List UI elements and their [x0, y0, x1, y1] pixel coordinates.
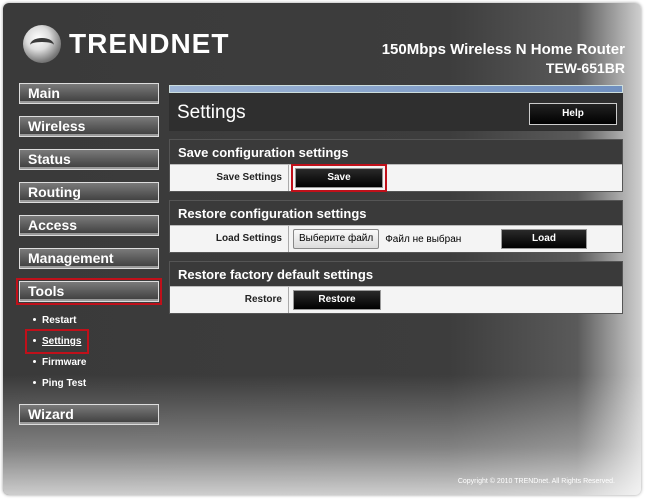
nav-main[interactable]: Main — [19, 83, 159, 104]
nav-tools[interactable]: Tools — [16, 278, 162, 305]
trendnet-logo: TRENDNET — [23, 25, 229, 63]
nav-routing[interactable]: Routing — [19, 182, 159, 203]
factory-default-section: Restore factory default settings Restore… — [169, 261, 623, 314]
section-title: Restore factory default settings — [178, 267, 374, 282]
page-title: Settings — [177, 102, 246, 123]
nav-wizard[interactable]: Wizard — [19, 404, 159, 425]
nav-wireless[interactable]: Wireless — [19, 116, 159, 137]
logo-text: TRENDNET — [69, 28, 230, 59]
row-field: Save — [289, 164, 622, 192]
bullet-icon — [33, 360, 36, 363]
save-button[interactable]: Save — [295, 168, 383, 188]
save-highlight: Save — [291, 164, 387, 192]
nav-management[interactable]: Management — [19, 248, 159, 269]
section-title: Restore configuration settings — [178, 206, 367, 221]
sidebar-nav: Main Wireless Status Routing Access Mana… — [16, 83, 162, 437]
section-title: Save configuration settings — [178, 145, 349, 160]
row-label: Restore — [170, 287, 289, 313]
restore-row: Restore Restore — [170, 286, 622, 313]
model-info: 150Mbps Wireless N Home Router TEW-651BR — [382, 41, 625, 76]
choose-file-button[interactable]: Выберите файл — [293, 229, 380, 249]
router-admin-window: TRENDNET 150Mbps Wireless N Home Router … — [3, 3, 641, 495]
subnav-ping-test[interactable]: Ping Test — [33, 373, 159, 394]
load-button[interactable]: Load — [501, 229, 587, 249]
nav-access[interactable]: Access — [19, 215, 159, 236]
accent-bar — [169, 85, 623, 93]
tools-submenu: Restart Settings Firmware Ping Test — [24, 310, 159, 394]
restore-config-section: Restore configuration settings Load Sett… — [169, 200, 623, 253]
model-number: TEW-651BR — [545, 60, 625, 76]
title-row: Settings Help — [169, 93, 623, 131]
row-field: Выберите файл Файл не выбран Load — [289, 226, 622, 252]
bullet-icon — [33, 381, 36, 384]
save-settings-row: Save Settings Save — [170, 164, 622, 192]
copyright: Copyright © 2010 TRENDnet. All Rights Re… — [457, 478, 615, 485]
load-settings-row: Load Settings Выберите файл Файл не выбр… — [170, 225, 622, 252]
row-label: Save Settings — [170, 165, 289, 191]
row-field: Restore — [289, 287, 622, 313]
save-config-section: Save configuration settings Save Setting… — [169, 139, 623, 192]
trendnet-globe-icon — [23, 25, 61, 63]
settings-panel: Settings Help Save configuration setting… — [169, 85, 623, 314]
nav-status[interactable]: Status — [19, 149, 159, 170]
bullet-icon — [33, 339, 36, 342]
file-status: Файл не выбран — [385, 233, 462, 245]
subnav-restart[interactable]: Restart — [33, 310, 159, 331]
restore-button[interactable]: Restore — [293, 290, 381, 310]
row-label: Load Settings — [170, 226, 289, 252]
subnav-firmware[interactable]: Firmware — [33, 352, 159, 373]
help-button[interactable]: Help — [529, 103, 617, 125]
bullet-icon — [33, 318, 36, 321]
subnav-settings[interactable]: Settings — [24, 329, 90, 354]
model-description: 150Mbps Wireless N Home Router — [381, 41, 625, 58]
